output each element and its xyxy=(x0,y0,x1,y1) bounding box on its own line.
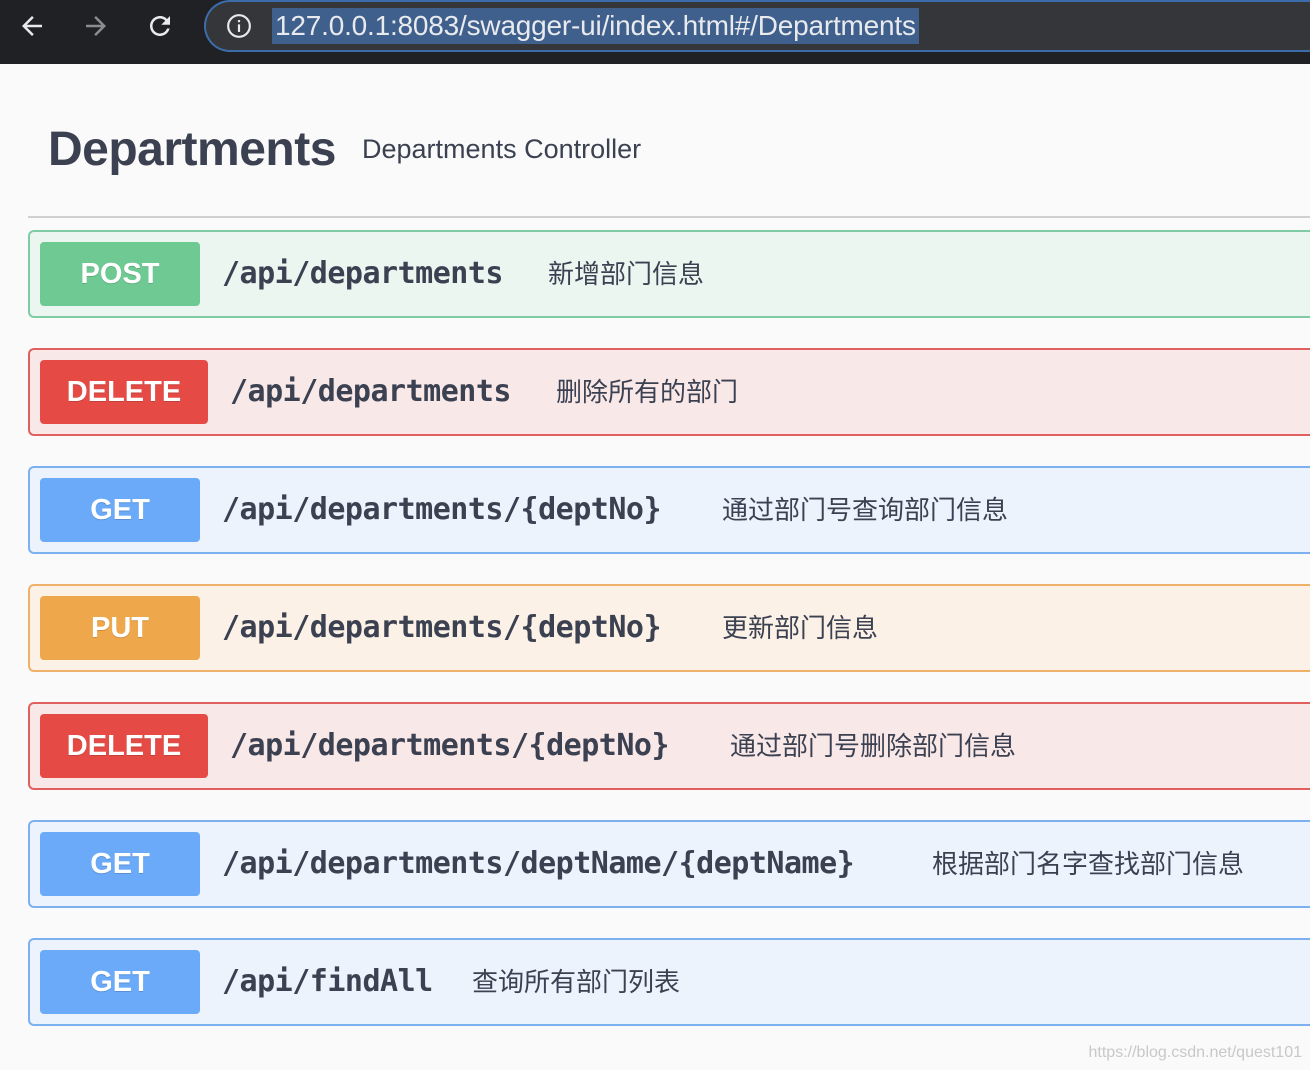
operation-path: /api/departments/{deptNo} xyxy=(222,492,662,527)
method-badge: GET xyxy=(40,478,200,542)
info-icon[interactable] xyxy=(226,13,252,39)
url-text[interactable]: 127.0.0.1:8083/swagger-ui/index.html#/De… xyxy=(272,8,919,44)
address-bar[interactable]: 127.0.0.1:8083/swagger-ui/index.html#/De… xyxy=(204,0,1310,52)
method-badge: GET xyxy=(40,950,200,1014)
operation-summary: 通过部门号查询部门信息 xyxy=(722,495,1009,525)
back-button[interactable] xyxy=(6,6,58,46)
tag-header[interactable]: Departments Departments Controller xyxy=(28,100,1310,218)
browser-toolbar: 127.0.0.1:8083/swagger-ui/index.html#/De… xyxy=(0,0,1310,64)
operation-delete-departments[interactable]: DELETE /api/departments 删除所有的部门 xyxy=(28,348,1310,436)
operation-path: /api/departments/{deptNo} xyxy=(222,610,662,645)
operation-get-department-by-name[interactable]: GET /api/departments/deptName/{deptName}… xyxy=(28,820,1310,908)
operation-summary: 查询所有部门列表 xyxy=(472,967,681,997)
operation-delete-department-by-no[interactable]: DELETE /api/departments/{deptNo} 通过部门号删除… xyxy=(28,702,1310,790)
tag-title: Departments xyxy=(48,123,336,176)
watermark-text: https://blog.csdn.net/quest101 xyxy=(1088,1044,1302,1061)
operation-path: /api/departments/deptName/{deptName} xyxy=(222,846,855,881)
method-badge: POST xyxy=(40,242,200,306)
operation-path: /api/departments xyxy=(230,374,511,409)
arrow-right-icon xyxy=(86,16,106,36)
operation-get-department-by-no[interactable]: GET /api/departments/{deptNo} 通过部门号查询部门信… xyxy=(28,466,1310,554)
operation-path: /api/departments xyxy=(222,256,503,291)
arrow-left-icon xyxy=(22,16,42,36)
operation-path: /api/findAll xyxy=(222,964,433,999)
operation-post-departments[interactable]: POST /api/departments 新增部门信息 xyxy=(28,230,1310,318)
operation-summary: 根据部门名字查找部门信息 xyxy=(932,849,1245,879)
reload-button[interactable] xyxy=(134,6,186,46)
operation-summary: 通过部门号删除部门信息 xyxy=(730,731,1017,761)
operation-summary: 新增部门信息 xyxy=(548,259,705,289)
operation-summary: 更新部门信息 xyxy=(722,613,879,643)
method-badge: DELETE xyxy=(40,714,208,778)
operation-get-find-all[interactable]: GET /api/findAll 查询所有部门列表 xyxy=(28,938,1310,1026)
method-badge: PUT xyxy=(40,596,200,660)
operation-path: /api/departments/{deptNo} xyxy=(230,728,670,763)
operation-put-department-by-no[interactable]: PUT /api/departments/{deptNo} 更新部门信息 xyxy=(28,584,1310,672)
forward-button[interactable] xyxy=(70,6,122,46)
operation-summary: 删除所有的部门 xyxy=(556,377,739,407)
method-badge: GET xyxy=(40,832,200,896)
tag-description: Departments Controller xyxy=(362,134,642,164)
reload-icon xyxy=(150,15,170,36)
method-badge: DELETE xyxy=(40,360,208,424)
